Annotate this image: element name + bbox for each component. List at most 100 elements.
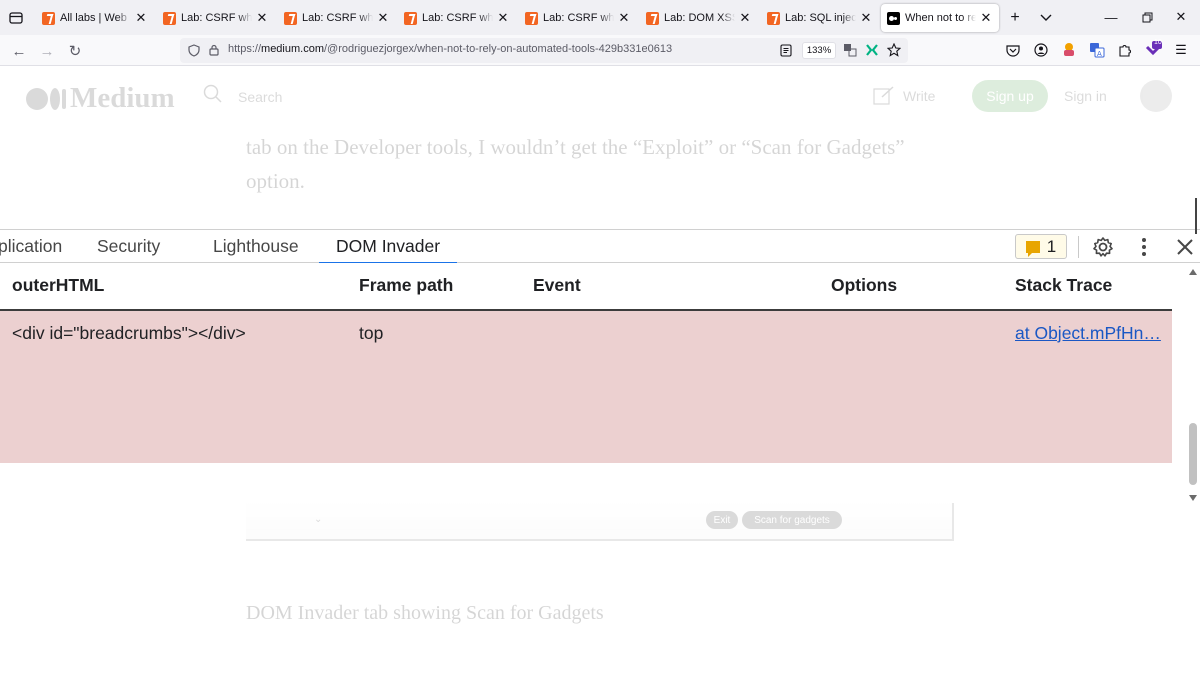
table-row[interactable]: <div id="breadcrumbs"></div> top at Obje… (0, 311, 1172, 463)
close-window-button[interactable]: ✕ (1166, 6, 1196, 28)
close-tab-icon[interactable]: ✕ (738, 11, 752, 25)
plus-icon: + (1010, 9, 1020, 26)
portswigger-icon (284, 11, 297, 25)
burp-extension-icon[interactable]: 10 (1143, 39, 1163, 60)
scroll-down-arrow-icon[interactable] (1189, 495, 1197, 501)
column-header-stack-trace[interactable]: Stack Trace (1015, 275, 1112, 296)
new-tab-button[interactable]: + (1004, 7, 1026, 29)
devtools-scrollbar[interactable] (1186, 263, 1200, 512)
tab-label: Lab: SQL injection vulnerability (785, 12, 856, 24)
browser-tab[interactable]: Lab: CSRF where token validation ✕ (157, 4, 275, 32)
portswigger-icon (525, 11, 538, 25)
translate-extension-icon[interactable]: A (1087, 40, 1107, 60)
close-tab-icon[interactable]: ✕ (255, 11, 269, 25)
list-all-tabs-button[interactable] (6, 8, 26, 28)
tab-overflow-button[interactable] (1035, 7, 1057, 29)
portswigger-icon (646, 11, 659, 25)
tab-security[interactable]: Security (97, 230, 160, 263)
browser-tab[interactable]: Lab: SQL injection vulnerability ✕ (761, 4, 879, 32)
settings-gear-icon[interactable] (1090, 234, 1116, 260)
bookmark-star-icon[interactable] (886, 42, 902, 58)
medium-logo[interactable]: Medium (26, 82, 175, 115)
image-faint-mark: ⌄ (314, 514, 323, 525)
toolbar-divider (1078, 236, 1079, 258)
page-scrollbar-edge (1195, 198, 1197, 234)
tab-application[interactable]: plication (0, 230, 62, 263)
avatar[interactable] (1140, 80, 1172, 112)
write-label: Write (903, 88, 936, 104)
extension-colorful-icon[interactable] (1059, 40, 1079, 60)
pencil-square-icon (873, 86, 894, 105)
arrow-right-icon: → (39, 42, 55, 60)
close-tab-icon[interactable]: ✕ (134, 11, 148, 25)
devtools-tab-bar: plication Security Lighthouse DOM Invade… (0, 229, 1200, 264)
image-pill-scan: Scan for gadgets (742, 511, 842, 529)
pocket-icon[interactable] (1003, 40, 1023, 60)
reader-view-icon[interactable] (778, 42, 794, 58)
column-header-options[interactable]: Options (831, 275, 897, 296)
article-paragraph-line: option. (246, 169, 305, 193)
shield-icon[interactable] (186, 42, 202, 58)
portswigger-icon (42, 11, 55, 25)
medium-logo-mark (26, 87, 66, 110)
restore-icon (1142, 12, 1152, 22)
stack-trace-link[interactable]: at Object.mPfHn… (1015, 323, 1161, 344)
sign-up-button[interactable]: Sign up (972, 80, 1048, 112)
column-header-outerhtml[interactable]: outerHTML (12, 275, 104, 296)
close-tab-icon[interactable]: ✕ (376, 11, 390, 25)
cell-frame-path: top (359, 323, 384, 343)
lock-icon[interactable] (206, 42, 222, 58)
medium-logo-text: Medium (70, 82, 175, 114)
search-input[interactable]: Search (238, 89, 282, 105)
search-icon[interactable] (203, 84, 227, 108)
close-tab-icon[interactable]: ✕ (859, 11, 873, 25)
forward-button[interactable]: → (36, 40, 58, 62)
url-host: medium.com (261, 43, 324, 55)
tab-label: Lab: CSRF where token is duplicated (422, 12, 493, 24)
app-menu-button[interactable]: ☰ (1171, 40, 1191, 60)
column-header-event[interactable]: Event (533, 275, 581, 296)
browser-tab-active[interactable]: When not to rely on automated tools ✕ (881, 4, 999, 32)
tab-dom-invader[interactable]: DOM Invader (318, 230, 458, 264)
sign-in-link[interactable]: Sign in (1064, 88, 1107, 104)
back-button[interactable]: ← (8, 40, 30, 62)
table-header: outerHTML Frame path Event Options Stack… (0, 263, 1172, 311)
zoom-level-badge[interactable]: 133% (802, 42, 836, 59)
browser-tab[interactable]: All labs | Web Security Academy ✕ (36, 4, 154, 32)
scroll-up-arrow-icon[interactable] (1189, 269, 1197, 275)
close-tab-icon[interactable]: ✕ (979, 11, 993, 25)
extension-green-icon[interactable] (864, 42, 880, 58)
tab-label: When not to rely on automated tools (905, 12, 976, 24)
extensions-puzzle-icon[interactable] (1115, 40, 1135, 60)
translate-icon[interactable] (842, 42, 858, 58)
minimize-button[interactable]: — (1096, 6, 1126, 28)
browser-tab[interactable]: Lab: CSRF where token is tied ✕ (278, 4, 396, 32)
tab-label: Lab: DOM XSS in AngularJS (664, 12, 735, 24)
browser-tab[interactable]: Lab: CSRF where token is duplicated ✕ (398, 4, 516, 32)
arrow-left-icon: ← (11, 42, 27, 60)
account-icon[interactable] (1031, 40, 1051, 60)
issues-counter-button[interactable]: 1 (1015, 234, 1067, 259)
next-paragraph-fragment (246, 666, 846, 675)
medium-icon (887, 11, 900, 25)
url-bar[interactable]: https://medium.com/@rodriguezjorgex/when… (180, 38, 908, 63)
browser-tab[interactable]: Lab: DOM XSS in AngularJS ✕ (640, 4, 758, 32)
scrollbar-thumb[interactable] (1189, 423, 1197, 485)
close-tab-icon[interactable]: ✕ (617, 11, 631, 25)
more-options-icon[interactable] (1131, 234, 1157, 260)
browser-tab[interactable]: Lab: CSRF where token validation ✕ (519, 4, 637, 32)
portswigger-icon (404, 11, 417, 25)
tab-label: All labs | Web Security Academy (60, 12, 131, 24)
write-button[interactable]: Write (873, 86, 935, 106)
close-devtools-icon[interactable] (1172, 234, 1198, 260)
restore-button[interactable] (1132, 6, 1162, 28)
hamburger-menu-icon: ☰ (1175, 42, 1187, 57)
issues-count: 1 (1046, 236, 1057, 256)
column-header-frame-path[interactable]: Frame path (359, 275, 453, 296)
close-tab-icon[interactable]: ✕ (496, 11, 510, 25)
image-pill-exit: Exit (706, 511, 738, 529)
url-text[interactable]: https://medium.com/@rodriguezjorgex/when… (228, 43, 672, 55)
reload-button[interactable]: ↻ (64, 40, 86, 62)
tab-lighthouse[interactable]: Lighthouse (213, 230, 299, 263)
cell-outerhtml: <div id="breadcrumbs"></div> (12, 323, 246, 343)
